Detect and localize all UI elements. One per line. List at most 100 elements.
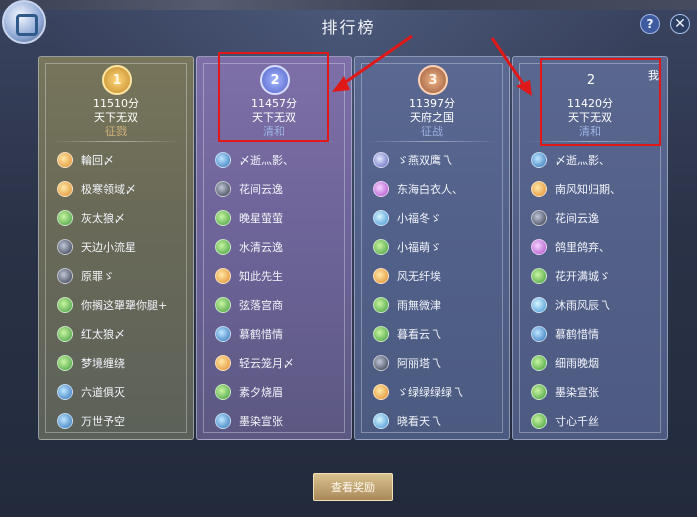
player-name: 〆逝灬影、 (555, 153, 610, 167)
leaf-icon (373, 325, 389, 342)
list-item[interactable]: 小福冬ゞ (373, 203, 505, 232)
player-name: 素夕烧眉 (239, 385, 283, 399)
list-item[interactable]: 暮看云乁 (373, 319, 505, 348)
list-item[interactable]: 灰太狼〆 (57, 203, 189, 232)
list-item[interactable]: 輪回〆 (57, 145, 189, 174)
list-item[interactable]: 弦落宫商 (215, 290, 347, 319)
ice-icon (373, 412, 389, 429)
list-item[interactable]: 水清云逸 (215, 232, 347, 261)
water-icon (531, 151, 547, 168)
list-item[interactable]: 花开满城ゞ (531, 261, 663, 290)
list-item[interactable]: 寸心千丝 (531, 406, 663, 435)
close-button[interactable]: ✕ (670, 14, 690, 34)
leaf-icon (57, 325, 73, 342)
list-item[interactable]: 细雨晚烟 (531, 348, 663, 377)
list-item[interactable]: 墨染宣张 (215, 406, 347, 435)
list-item[interactable]: 你搁这犟犟你腿+ (57, 290, 189, 319)
ice-icon (531, 296, 547, 313)
player-list: ゞ燕双鹰乁 东海白衣人、 小福冬ゞ 小福萌ゞ 风无纤埃 雨無微津 暮看云乁 阿丽… (373, 145, 505, 435)
player-list: 輪回〆 极寒领域〆 灰太狼〆 天边小流星 原罪ゞ 你搁这犟犟你腿+ 红太狼〆 梦… (57, 145, 189, 435)
list-item[interactable]: ゞ燕双鹰乁 (373, 145, 505, 174)
water-icon (531, 325, 547, 342)
list-item[interactable]: 慕鹤惜情 (531, 319, 663, 348)
player-name: 雨無微津 (397, 298, 441, 312)
list-item[interactable]: 花间云逸 (215, 174, 347, 203)
sun-icon (373, 383, 389, 400)
list-item[interactable]: 梦境缠绕 (57, 348, 189, 377)
player-name: 天边小流星 (81, 240, 136, 254)
list-item[interactable]: 慕鹤惜情 (215, 319, 347, 348)
list-item[interactable]: 南风知归期、 (531, 174, 663, 203)
top-bar (0, 0, 697, 10)
player-name: 慕鹤惜情 (239, 327, 283, 341)
list-item[interactable]: 小福萌ゞ (373, 232, 505, 261)
ranking-card-1[interactable]: 1 11510分 天下无双 征戮 輪回〆 极寒领域〆 灰太狼〆 天边小流星 原罪… (38, 56, 194, 440)
faction-name: 征战 (421, 125, 443, 138)
player-name: 晚星萤萤 (239, 211, 283, 225)
mist-icon (373, 151, 389, 168)
leaf-icon (531, 412, 547, 429)
player-name: 南风知归期、 (555, 182, 621, 196)
help-button[interactable]: ? (640, 14, 660, 34)
list-item[interactable]: 鸽里鸽弃、 (531, 232, 663, 261)
player-name: 鸽里鸽弃、 (555, 240, 610, 254)
moon-icon (215, 180, 231, 197)
list-item[interactable]: 知此先生 (215, 261, 347, 290)
player-name: 水清云逸 (239, 240, 283, 254)
ranking-card-3[interactable]: 3 11397分 天府之国 征战 ゞ燕双鹰乁 东海白衣人、 小福冬ゞ 小福萌ゞ … (354, 56, 510, 440)
player-name: 暮看云乁 (397, 327, 441, 341)
view-rewards-button[interactable]: 查看奖励 (313, 473, 393, 501)
player-name: 弦落宫商 (239, 298, 283, 312)
list-item[interactable]: 晓看天乁 (373, 406, 505, 435)
list-item[interactable]: 墨染宣张 (531, 377, 663, 406)
list-item[interactable]: ゞ绿绿绿绿乁 (373, 377, 505, 406)
rank-badge-icon: 1 (102, 65, 132, 95)
list-item[interactable]: 极寒领域〆 (57, 174, 189, 203)
sun-icon (215, 354, 231, 371)
player-name: 花开满城ゞ (555, 269, 610, 283)
player-name: 梦境缠绕 (81, 356, 125, 370)
player-name: 东海白衣人、 (397, 182, 463, 196)
player-name: 小福萌ゞ (397, 240, 441, 254)
player-name: 墨染宣张 (239, 414, 283, 428)
player-name: ゞ燕双鹰乁 (397, 153, 452, 167)
leaf-icon (215, 296, 231, 313)
list-item[interactable]: 〆逝灬影、 (531, 145, 663, 174)
moon-icon (57, 238, 73, 255)
list-item[interactable]: 素夕烧眉 (215, 377, 347, 406)
water-icon (57, 412, 73, 429)
list-item[interactable]: 沐雨风辰乁 (531, 290, 663, 319)
list-item[interactable]: 轻云笼月〆 (215, 348, 347, 377)
list-item[interactable]: 风无纤埃 (373, 261, 505, 290)
leaf-icon (57, 296, 73, 313)
list-item[interactable]: 阿丽塔乁 (373, 348, 505, 377)
list-item[interactable]: 天边小流星 (57, 232, 189, 261)
leaf-icon (531, 383, 547, 400)
player-name: 万世予空 (81, 414, 125, 428)
rank-badge-icon: 3 (418, 65, 448, 95)
list-item[interactable]: 雨無微津 (373, 290, 505, 319)
leaf-icon (373, 238, 389, 255)
player-list: 〆逝灬影、 花间云逸 晚星萤萤 水清云逸 知此先生 弦落宫商 慕鹤惜情 轻云笼月… (215, 145, 347, 435)
player-name: ゞ绿绿绿绿乁 (397, 385, 463, 399)
player-name: 寸心千丝 (555, 414, 599, 428)
list-item[interactable]: 红太狼〆 (57, 319, 189, 348)
list-item[interactable]: 东海白衣人、 (373, 174, 505, 203)
water-icon (215, 325, 231, 342)
player-list: 〆逝灬影、 南风知归期、 花间云逸 鸽里鸽弃、 花开满城ゞ 沐雨风辰乁 慕鹤惜情… (531, 145, 663, 435)
sun-icon (57, 151, 73, 168)
list-item[interactable]: 原罪ゞ (57, 261, 189, 290)
list-item[interactable]: 〆逝灬影、 (215, 145, 347, 174)
sun-icon (215, 267, 231, 284)
player-name: 细雨晚烟 (555, 356, 599, 370)
highlight-box-my-server (540, 58, 661, 146)
list-item[interactable]: 六道俱灭 (57, 377, 189, 406)
player-name: 慕鹤惜情 (555, 327, 599, 341)
list-item[interactable]: 花间云逸 (531, 203, 663, 232)
list-item[interactable]: 晚星萤萤 (215, 203, 347, 232)
list-item[interactable]: 万世予空 (57, 406, 189, 435)
player-name: 阿丽塔乁 (397, 356, 441, 370)
player-name: 晓看天乁 (397, 414, 441, 428)
orchid-icon (373, 180, 389, 197)
water-icon (57, 383, 73, 400)
